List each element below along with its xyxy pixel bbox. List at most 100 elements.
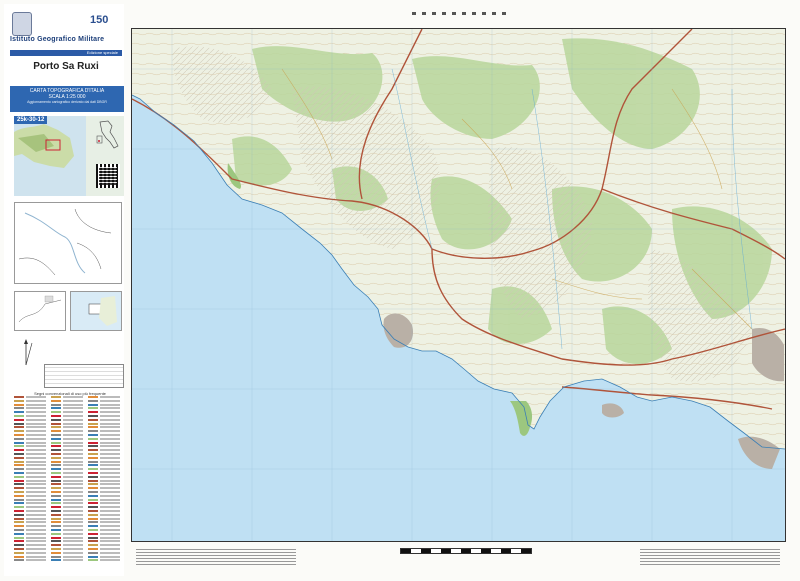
- legend-swatch: [88, 449, 98, 452]
- legend-text-line: [26, 464, 46, 467]
- legend-swatch: [14, 551, 24, 554]
- sidebar: 150 Istituto Geografico Militare Edizion…: [4, 4, 124, 576]
- legend-text-line: [100, 540, 120, 543]
- legend-text-line: [100, 399, 120, 402]
- legend-text-line: [63, 411, 83, 414]
- emblem-icon: [12, 12, 32, 36]
- legend-swatch: [88, 407, 98, 410]
- legend-text-line: [63, 551, 83, 554]
- legend-swatch: [14, 441, 24, 444]
- legend-swatch: [88, 403, 98, 406]
- legend-swatch: [88, 498, 98, 501]
- legend-swatch: [51, 449, 61, 452]
- legend-swatch: [88, 456, 98, 459]
- legend-symbols: [14, 396, 124, 568]
- legend-swatch: [51, 555, 61, 558]
- legend-text-line: [100, 453, 120, 455]
- legend-text-line: [100, 502, 120, 505]
- sheet-index-diagram: [70, 291, 122, 331]
- legend-swatch: [51, 415, 61, 417]
- map-svg[interactable]: [132, 29, 785, 541]
- legend-swatch: [14, 502, 24, 505]
- legend-swatch: [51, 525, 61, 528]
- legend-text-line: [63, 456, 83, 459]
- legend-swatch: [14, 532, 24, 535]
- legend-swatch: [88, 422, 98, 425]
- legend-swatch: [51, 441, 61, 444]
- legend-text-line: [26, 532, 46, 535]
- qr-code-icon[interactable]: [96, 164, 120, 188]
- legend-text-line: [63, 510, 83, 512]
- legend-text-line: [100, 517, 120, 520]
- legend-text-line: [63, 418, 83, 421]
- location-inset: 25k-30-12: [14, 116, 124, 196]
- legend-swatch: [88, 494, 98, 497]
- legend-text-line: [100, 483, 120, 486]
- legend-text-line: [26, 403, 46, 406]
- legend-swatch: [88, 506, 98, 509]
- topographic-map[interactable]: [131, 28, 786, 542]
- legend-text-line: [100, 464, 120, 467]
- legend-swatch: [88, 502, 98, 505]
- legend-swatch: [88, 418, 98, 421]
- legend-text-line: [26, 426, 46, 429]
- legend-swatch: [51, 544, 61, 547]
- legend-swatch: [14, 456, 24, 459]
- legend-swatch: [88, 491, 98, 493]
- legend-swatch: [88, 544, 98, 547]
- legend-text-line: [63, 434, 83, 436]
- legend-swatch: [14, 411, 24, 414]
- legend-text-line: [100, 445, 120, 448]
- legend-swatch: [51, 529, 61, 531]
- admin-svg: [18, 208, 112, 276]
- legend-text-line: [63, 559, 83, 562]
- legend-swatch: [51, 464, 61, 467]
- legend-text-line: [100, 430, 120, 433]
- legend-text-line: [100, 418, 120, 421]
- legend-swatch: [14, 422, 24, 425]
- legend-swatch: [14, 407, 24, 410]
- legend-swatch: [88, 434, 98, 436]
- legend-swatch: [14, 540, 24, 543]
- legend-text-line: [63, 536, 83, 539]
- legend-text-line: [63, 483, 83, 486]
- legend-swatch: [88, 399, 98, 402]
- legend-swatch: [51, 422, 61, 425]
- legend-swatch: [51, 434, 61, 436]
- legend-swatch: [14, 494, 24, 497]
- legend-swatch: [51, 472, 61, 474]
- legend-text-line: [63, 415, 83, 417]
- legend-swatch: [88, 479, 98, 482]
- legend-swatch: [88, 460, 98, 463]
- legend-text-line: [100, 544, 120, 547]
- legend-swatch: [14, 529, 24, 531]
- legend-swatch: [88, 426, 98, 429]
- legend-swatch: [51, 468, 61, 471]
- legend-text-line: [63, 399, 83, 402]
- legend-swatch: [51, 453, 61, 455]
- legend-swatch: [88, 468, 98, 471]
- grid-reference-table: [44, 364, 124, 388]
- legend-text-line: [26, 407, 46, 410]
- legend-text-line: [26, 540, 46, 543]
- legend-swatch: [14, 517, 24, 520]
- legend-swatch: [14, 430, 24, 433]
- legend-swatch: [88, 472, 98, 474]
- legend-text-line: [26, 411, 46, 414]
- legend-swatch: [51, 517, 61, 520]
- legend-swatch: [51, 483, 61, 486]
- map-sheet: 150 Istituto Geografico Militare Edizion…: [0, 0, 800, 581]
- legend-swatch: [88, 483, 98, 486]
- legend-text-line: [100, 529, 120, 531]
- legend-swatch: [51, 460, 61, 463]
- edition-label: Edizione speciale: [10, 50, 122, 56]
- legend-swatch: [14, 426, 24, 429]
- legend-swatch: [14, 506, 24, 509]
- italy-outline-icon: [96, 120, 119, 149]
- legend-text-line: [26, 487, 46, 490]
- legend-swatch: [88, 487, 98, 490]
- bottom-notes-left: [136, 547, 296, 565]
- legend-text-line: [63, 498, 83, 501]
- legend-swatch: [14, 399, 24, 402]
- legend-swatch: [88, 464, 98, 467]
